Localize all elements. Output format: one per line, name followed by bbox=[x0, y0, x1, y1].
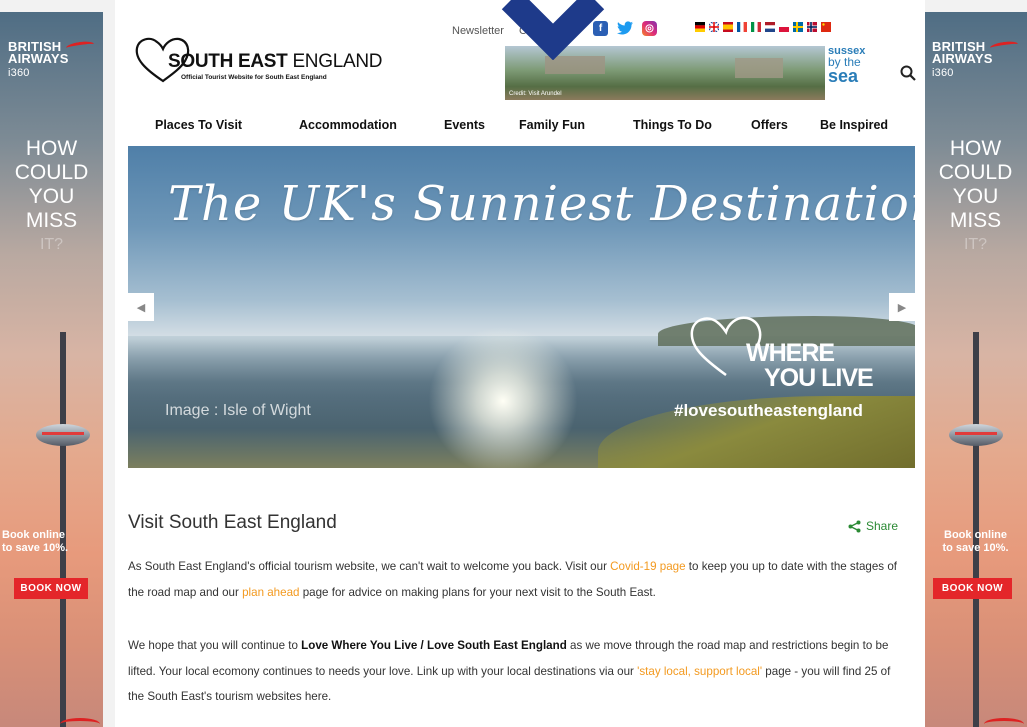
ad-headline: HOW COULD YOU MISS IT? bbox=[938, 137, 1013, 253]
hero-hashtag: #lovesoutheastengland bbox=[674, 401, 863, 420]
ad-book-now-button[interactable]: BOOK NOW bbox=[933, 578, 1012, 599]
search-icon[interactable] bbox=[900, 65, 916, 81]
page-title: Visit South East England bbox=[128, 512, 337, 533]
norwegian-flag-icon[interactable] bbox=[807, 22, 817, 32]
ba-speedmarque-icon bbox=[984, 718, 1024, 727]
share-icon bbox=[848, 520, 861, 532]
german-flag-icon[interactable] bbox=[695, 22, 705, 32]
sun-glow bbox=[428, 326, 578, 468]
ad-brand: BRITISH AIRWAYS i360 bbox=[8, 39, 69, 79]
polish-flag-icon[interactable] bbox=[779, 22, 789, 32]
nav-events[interactable]: Events bbox=[444, 118, 485, 132]
nav-offers[interactable]: Offers bbox=[751, 118, 788, 132]
ad-brand: BRITISH AIRWAYS i360 bbox=[932, 39, 993, 79]
ad-book-now-button[interactable]: BOOK NOW bbox=[14, 578, 88, 599]
overlay-chevron-icon bbox=[501, 0, 605, 60]
hero-title: The UK's Sunniest Destination bbox=[168, 176, 915, 232]
slider-next-button[interactable]: ▶ bbox=[889, 293, 915, 321]
dutch-flag-icon[interactable] bbox=[765, 22, 775, 32]
logo-tagline: Official Tourist Website for South East … bbox=[181, 74, 327, 81]
hero-caption: Image : Isle of Wight bbox=[165, 402, 311, 419]
ba-speedmarque-icon bbox=[989, 40, 1019, 52]
banner-credit: Credit: Visit Arundel bbox=[509, 91, 562, 97]
you-live-text: YOU LIVE bbox=[764, 364, 874, 392]
instagram-icon[interactable]: ◎ bbox=[642, 20, 657, 36]
love-where-you-live-text: Love Where You Live / Love South East En… bbox=[301, 639, 567, 652]
covid-19-link[interactable]: Covid-19 page bbox=[610, 560, 685, 573]
ad-offer: Book online to save 10%. bbox=[942, 529, 1009, 554]
triangle-left-icon: ◀ bbox=[136, 301, 146, 314]
ba-speedmarque-icon bbox=[60, 718, 100, 727]
language-flags bbox=[695, 22, 831, 32]
nav-places-to-visit[interactable]: Places To Visit bbox=[155, 118, 242, 132]
slider-prev-button[interactable]: ◀ bbox=[128, 293, 154, 321]
ad-headline: HOW COULD YOU MISS IT? bbox=[14, 137, 89, 253]
i360-pod-icon bbox=[36, 424, 90, 446]
plan-ahead-link[interactable]: plan ahead bbox=[242, 586, 299, 599]
chinese-flag-icon[interactable] bbox=[821, 22, 831, 32]
main-column: SOUTH EAST ENGLAND Official Tourist Webs… bbox=[115, 0, 925, 727]
sussex-by-the-sea-logo[interactable]: sussex by the sea bbox=[828, 46, 870, 100]
share-label: Share bbox=[866, 519, 899, 533]
left-ad[interactable]: BRITISH AIRWAYS i360 HOW COULD YOU MISS IT… bbox=[0, 12, 103, 727]
site-logo[interactable]: SOUTH EAST ENGLAND Official Tourist Webs… bbox=[133, 35, 383, 90]
hero-slider[interactable]: The UK's Sunniest Destination Image : Is… bbox=[128, 146, 915, 468]
triangle-right-icon: ▶ bbox=[897, 301, 907, 314]
nav-things-to-do[interactable]: Things To Do bbox=[633, 118, 712, 132]
swedish-flag-icon[interactable] bbox=[793, 22, 803, 32]
french-flag-icon[interactable] bbox=[737, 22, 747, 32]
spanish-flag-icon[interactable] bbox=[723, 22, 733, 32]
italian-flag-icon[interactable] bbox=[751, 22, 761, 32]
intro-paragraph: As South East England's official tourism… bbox=[128, 560, 897, 599]
ba-speedmarque-icon bbox=[65, 40, 95, 52]
logo-wordmark: SOUTH EAST ENGLAND bbox=[168, 51, 383, 72]
uk-flag-icon[interactable] bbox=[709, 22, 719, 32]
nav-accommodation[interactable]: Accommodation bbox=[299, 118, 397, 132]
stay-local-link[interactable]: 'stay local, support local' bbox=[637, 665, 762, 678]
right-ad[interactable]: BRITISH AIRWAYS i360 HOW COULD YOU MISS IT… bbox=[924, 12, 1027, 727]
page: BRITISH AIRWAYS i360 HOW COULD YOU MISS IT… bbox=[0, 0, 1027, 727]
twitter-icon[interactable] bbox=[616, 20, 634, 36]
castle-image bbox=[735, 58, 783, 78]
nav-be-inspired[interactable]: Be Inspired bbox=[820, 118, 888, 132]
sussex-logo-line3: sea bbox=[828, 66, 859, 86]
nav-family-fun[interactable]: Family Fun bbox=[519, 118, 585, 132]
ad-offer: Book online to save 10%. bbox=[2, 529, 69, 554]
content-heading-wrap: Visit South East England bbox=[128, 512, 913, 534]
i360-pod-icon bbox=[949, 424, 1003, 446]
main-nav: Places To Visit Accommodation Events Fam… bbox=[115, 118, 925, 138]
share-button[interactable]: Share bbox=[848, 519, 898, 533]
second-paragraph: We hope that you will continue to Love W… bbox=[128, 639, 891, 703]
